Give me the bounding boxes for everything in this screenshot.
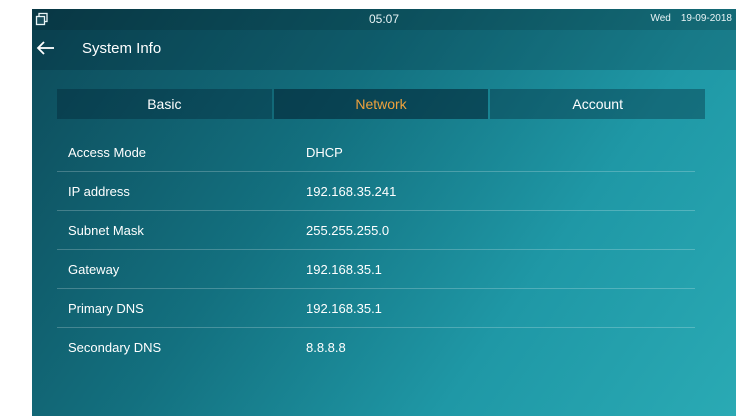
status-date: Wed 19-09-2018: [650, 13, 732, 24]
info-value: 192.168.35.1: [306, 262, 382, 277]
info-row-primary-dns: Primary DNS 192.168.35.1: [57, 289, 695, 328]
back-arrow-icon: [34, 41, 58, 64]
tab-bar: Basic Network Account: [57, 89, 706, 119]
info-label: Primary DNS: [68, 301, 144, 316]
status-bar: 05:07 Wed 19-09-2018: [32, 9, 736, 30]
info-label: Subnet Mask: [68, 223, 144, 238]
info-value: 192.168.35.241: [306, 184, 397, 199]
info-row-access-mode: Access Mode DHCP: [57, 133, 695, 172]
info-value: DHCP: [306, 145, 343, 160]
info-label: Gateway: [68, 262, 120, 277]
tab-account[interactable]: Account: [490, 89, 706, 119]
status-date-value: 19-09-2018: [680, 13, 732, 24]
info-label: Access Mode: [68, 145, 147, 160]
info-row-subnet-mask: Subnet Mask 255.255.255.0: [57, 211, 695, 250]
info-label: IP address: [68, 184, 130, 199]
info-value: 192.168.35.1: [306, 301, 382, 316]
network-info-list: Access Mode DHCP IP address 192.168.35.2…: [57, 133, 695, 366]
tab-network[interactable]: Network: [273, 89, 489, 119]
status-time: 05:07: [368, 12, 400, 26]
tab-basic[interactable]: Basic: [57, 89, 272, 119]
info-value: 255.255.255.0: [306, 223, 390, 238]
title-bar: System Info: [32, 30, 736, 70]
back-button[interactable]: [34, 36, 58, 60]
info-value: 8.8.8.8: [306, 340, 346, 355]
device-screen: 05:07 Wed 19-09-2018 System Info Basic Ne…: [32, 9, 736, 416]
info-row-gateway: Gateway 192.168.35.1: [57, 250, 695, 289]
status-day: Wed: [650, 13, 671, 24]
info-row-secondary-dns: Secondary DNS 8.8.8.8: [57, 328, 695, 366]
page-title: System Info: [82, 40, 162, 57]
info-row-ip-address: IP address 192.168.35.241: [57, 172, 695, 211]
info-label: Secondary DNS: [68, 340, 162, 355]
